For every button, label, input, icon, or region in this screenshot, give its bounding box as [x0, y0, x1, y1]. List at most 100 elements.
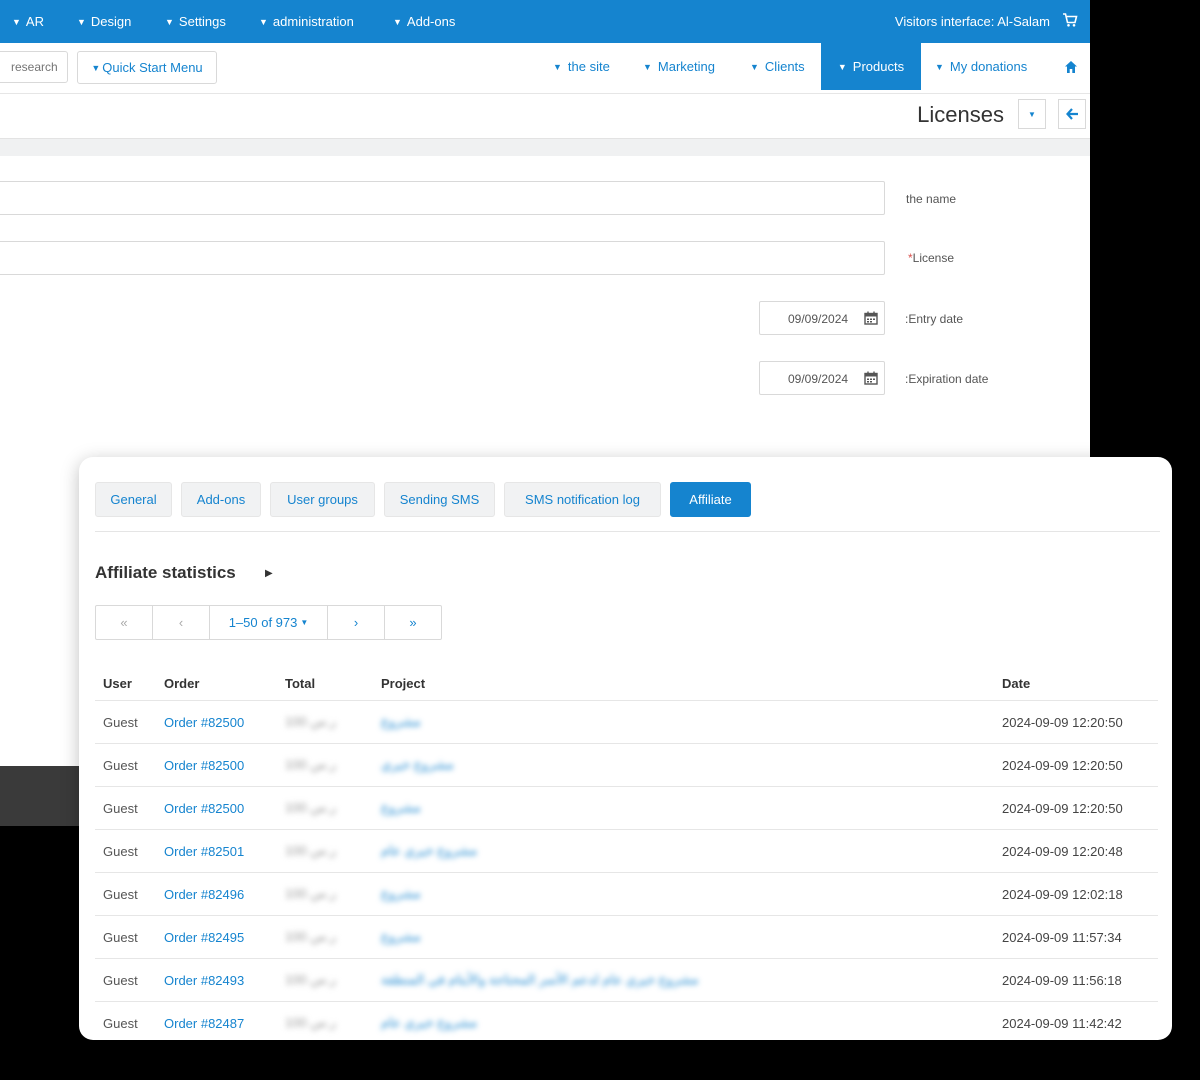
page-title: Licenses	[917, 102, 1004, 127]
project-link[interactable]: مشروع	[381, 886, 421, 901]
cell-date: 2024-09-09 11:57:34	[994, 915, 1158, 959]
column-header-order[interactable]: Order	[156, 667, 277, 701]
tab-sms-notification-log[interactable]: SMS notification log	[504, 482, 661, 517]
menu-administration[interactable]: ▼ administration	[259, 0, 354, 43]
license-field[interactable]	[0, 241, 885, 275]
order-link[interactable]: Order #82500	[156, 743, 277, 787]
nav-products-label: Products	[852, 59, 905, 74]
actions-dropdown-button[interactable]: ▼	[1018, 99, 1046, 129]
cell-user: Guest	[95, 743, 156, 787]
pager-range-dropdown[interactable]: 1–50 of 973 ▼	[210, 606, 328, 639]
column-header-user[interactable]: User	[95, 667, 156, 701]
tab-general[interactable]: General	[95, 482, 172, 517]
pager-last-button[interactable]: »	[385, 606, 441, 639]
top-menu-bar: ▼ AR ▼ Design ▼ Settings ▼ administration ▼ A…	[0, 0, 1090, 43]
project-link[interactable]: مشروع خيري عام لدعم الأسر المحتاجة والأي…	[381, 972, 699, 987]
divider-strip	[0, 138, 1090, 156]
search-input[interactable]	[0, 51, 68, 83]
nav-the-site[interactable]: ▼ the site	[553, 43, 610, 90]
menu-administration-label: administration	[272, 14, 354, 29]
cell-date: 2024-09-09 12:20:50	[994, 786, 1158, 830]
menu-settings[interactable]: ▼ Settings	[165, 0, 226, 43]
back-button[interactable]	[1058, 99, 1086, 129]
column-header-project[interactable]: Project	[373, 667, 994, 701]
order-link[interactable]: Order #82500	[156, 786, 277, 830]
section-title[interactable]: Affiliate statistics	[95, 563, 236, 583]
affiliate-table: User Order Total Project Date Guest Orde…	[95, 667, 1158, 1040]
column-header-total[interactable]: Total	[277, 667, 373, 701]
cart-icon[interactable]	[1062, 12, 1078, 28]
tab-sending-sms[interactable]: Sending SMS	[384, 482, 495, 517]
name-field[interactable]	[0, 181, 885, 215]
table-row: Guest Order #82496 100 ر.س مشروع 2024-09…	[95, 872, 1158, 916]
caret-down-icon: ▼	[91, 62, 101, 73]
order-link[interactable]: Order #82495	[156, 915, 277, 959]
calendar-icon[interactable]	[864, 311, 878, 325]
project-link[interactable]: مشروع خيري	[381, 757, 454, 772]
project-link[interactable]: مشروع خيري عام	[381, 1015, 477, 1030]
cell-user: Guest	[95, 958, 156, 1002]
cell-total: 100 ر.س	[285, 972, 337, 987]
caret-down-icon: ▼	[643, 61, 652, 72]
menu-settings-label: Settings	[178, 14, 226, 29]
expiration-date-value: 09/09/2024	[788, 372, 849, 386]
home-icon[interactable]	[1064, 60, 1078, 74]
order-link[interactable]: Order #82487	[156, 1001, 277, 1040]
pager-prev-button[interactable]: ‹	[153, 606, 210, 639]
entry-date-field[interactable]: 09/09/2024	[759, 301, 885, 335]
page-title-row: Licenses ▼	[0, 94, 1090, 138]
nav-the-site-label: the site	[567, 59, 610, 74]
caret-right-icon[interactable]: ▶	[265, 568, 273, 579]
menu-language-label: AR	[25, 14, 44, 29]
calendar-icon[interactable]	[864, 371, 878, 385]
expiration-date-field[interactable]: 09/09/2024	[759, 361, 885, 395]
project-link[interactable]: مشروع	[381, 800, 421, 815]
name-label: the name	[906, 192, 957, 206]
cell-user: Guest	[95, 872, 156, 916]
project-link[interactable]: مشروع	[381, 714, 421, 729]
visitors-interface-link[interactable]: Visitors interface: Al-Salam	[895, 0, 1050, 43]
cell-user: Guest	[95, 829, 156, 873]
quick-start-label: Quick Start Menu	[102, 60, 203, 75]
order-link[interactable]: Order #82501	[156, 829, 277, 873]
pager-next-button[interactable]: ›	[328, 606, 385, 639]
order-link[interactable]: Order #82500	[156, 700, 277, 744]
pager-range-label: 1–50 of 973	[228, 615, 298, 630]
nav-my-donations-label: My donations	[949, 59, 1028, 74]
tab-user-groups[interactable]: User groups	[270, 482, 375, 517]
license-label: License	[912, 251, 955, 265]
order-link[interactable]: Order #82496	[156, 872, 277, 916]
entry-date-label: :Entry date	[905, 312, 964, 326]
column-header-date[interactable]: Date	[994, 667, 1158, 701]
expiration-date-label: :Expiration date	[905, 372, 989, 386]
project-link[interactable]: مشروع خيري عام	[381, 843, 477, 858]
affiliate-card: General Add-ons User groups Sending SMS …	[79, 457, 1172, 1040]
menu-language[interactable]: ▼ AR	[12, 0, 44, 43]
tab-addons[interactable]: Add-ons	[181, 482, 261, 517]
nav-my-donations[interactable]: ▼ My donations	[935, 43, 1027, 90]
pagination: « ‹ 1–50 of 973 ▼ › »	[95, 605, 442, 640]
cell-date: 2024-09-09 12:02:18	[994, 872, 1158, 916]
menu-design-label: Design	[90, 14, 132, 29]
menu-addons[interactable]: ▼ Add-ons	[393, 0, 455, 43]
caret-down-icon: ▼	[837, 61, 847, 72]
nav-clients-label: Clients	[764, 59, 805, 74]
cell-user: Guest	[95, 1001, 156, 1040]
nav-products[interactable]: ▼ Products	[821, 43, 921, 90]
order-link[interactable]: Order #82493	[156, 958, 277, 1002]
cell-total: 100 ر.س	[285, 714, 337, 729]
caret-down-icon: ▼	[12, 16, 21, 27]
table-header-row: User Order Total Project Date	[95, 667, 1158, 701]
license-label-wrap: *License	[908, 251, 954, 265]
quick-start-menu-button[interactable]: ▼ Quick Start Menu	[77, 51, 217, 84]
tab-affiliate[interactable]: Affiliate	[670, 482, 751, 517]
cell-user: Guest	[95, 700, 156, 744]
nav-clients[interactable]: ▼ Clients	[750, 43, 805, 90]
table-row: Guest Order #82501 100 ر.س مشروع خيري عا…	[95, 829, 1158, 873]
caret-down-icon: ▼	[165, 16, 174, 27]
pager-first-button[interactable]: «	[96, 606, 153, 639]
project-link[interactable]: مشروع	[381, 929, 421, 944]
entry-date-value: 09/09/2024	[788, 312, 849, 326]
nav-marketing[interactable]: ▼ Marketing	[643, 43, 715, 90]
menu-design[interactable]: ▼ Design	[77, 0, 131, 43]
